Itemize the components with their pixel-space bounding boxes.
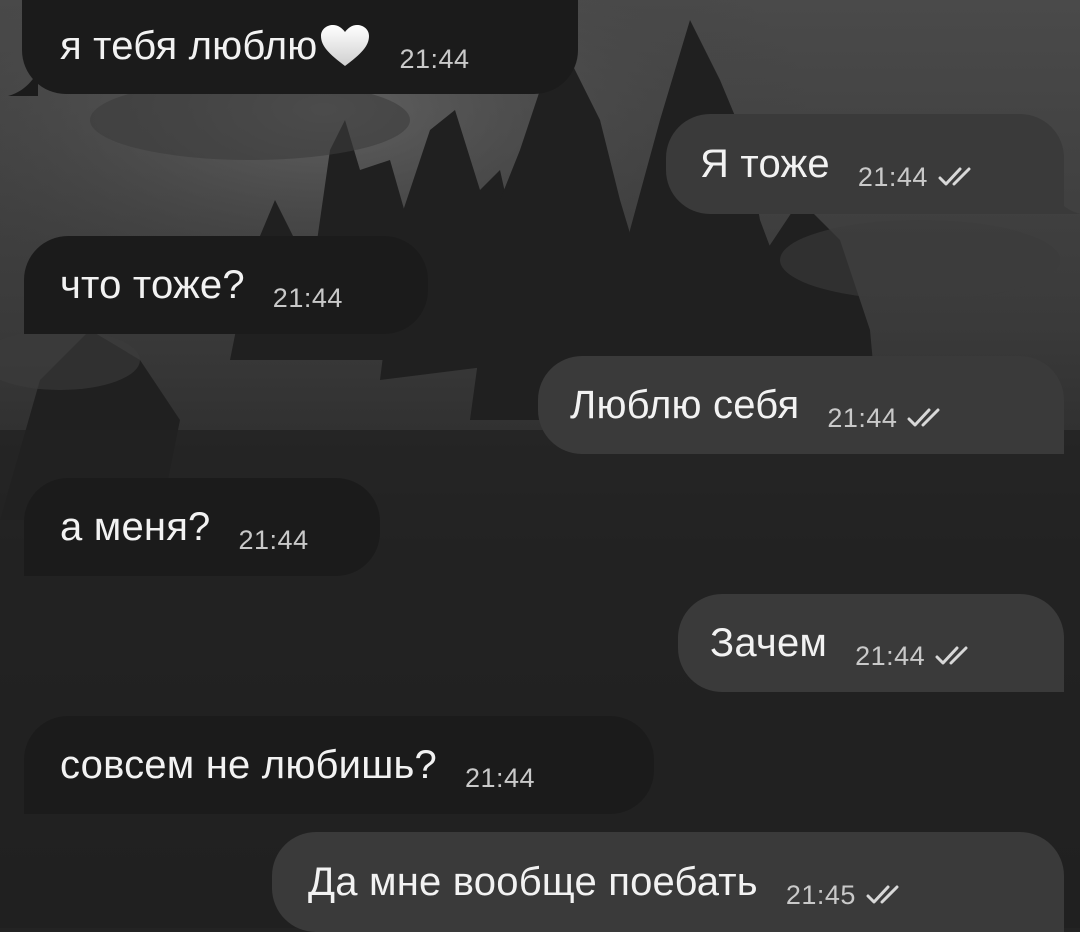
- message-meta: 21:44: [858, 162, 978, 193]
- message-list: я тебя люблю 21:44 Я тоже 21:44 что тоже…: [0, 0, 1080, 932]
- message-meta: 21:44: [399, 44, 469, 75]
- message-time: 21:44: [857, 161, 928, 192]
- white-heart-icon: [321, 25, 370, 66]
- message-meta: 21:44: [273, 283, 343, 314]
- outgoing-message[interactable]: Я тоже 21:44: [666, 114, 1064, 214]
- message-time: 21:44: [855, 640, 926, 671]
- message-meta: 21:44: [239, 525, 309, 556]
- bubble-tail: [8, 72, 38, 96]
- message-meta: 21:45: [786, 880, 906, 911]
- message-text: что тоже?: [60, 263, 245, 307]
- message-time: 21:44: [399, 43, 470, 74]
- message-meta: 21:44: [827, 403, 947, 434]
- outgoing-message[interactable]: Люблю себя 21:44: [538, 356, 1064, 454]
- incoming-message[interactable]: я тебя люблю 21:44: [22, 0, 578, 94]
- bubble-tail: [1050, 190, 1080, 214]
- message-time: 21:44: [827, 402, 898, 433]
- incoming-message[interactable]: совсем не любишь? 21:44: [24, 716, 654, 814]
- message-text: Я тоже: [700, 142, 830, 186]
- message-time: 21:44: [272, 282, 343, 313]
- double-check-icon: [907, 408, 940, 427]
- message-time: 21:44: [238, 524, 309, 555]
- message-text: я тебя люблю: [60, 24, 318, 68]
- outgoing-message[interactable]: Зачем 21:44: [678, 594, 1064, 692]
- message-time: 21:44: [464, 762, 536, 793]
- double-check-icon: [935, 646, 968, 665]
- message-time: 21:45: [785, 879, 856, 910]
- message-meta: 21:44: [465, 763, 535, 794]
- double-check-icon: [866, 885, 899, 904]
- incoming-message[interactable]: что тоже? 21:44: [24, 236, 428, 334]
- incoming-message[interactable]: а меня? 21:44: [24, 478, 380, 576]
- message-text: а меня?: [60, 505, 211, 549]
- outgoing-message[interactable]: Да мне вообще поебать 21:45: [272, 832, 1064, 932]
- message-text: Зачем: [710, 621, 828, 665]
- message-text: Люблю себя: [570, 383, 800, 427]
- message-meta: 21:44: [855, 641, 975, 672]
- message-text: Да мне вообще поебать: [308, 860, 758, 904]
- message-text: совсем не любишь?: [60, 743, 437, 787]
- double-check-icon: [938, 167, 971, 186]
